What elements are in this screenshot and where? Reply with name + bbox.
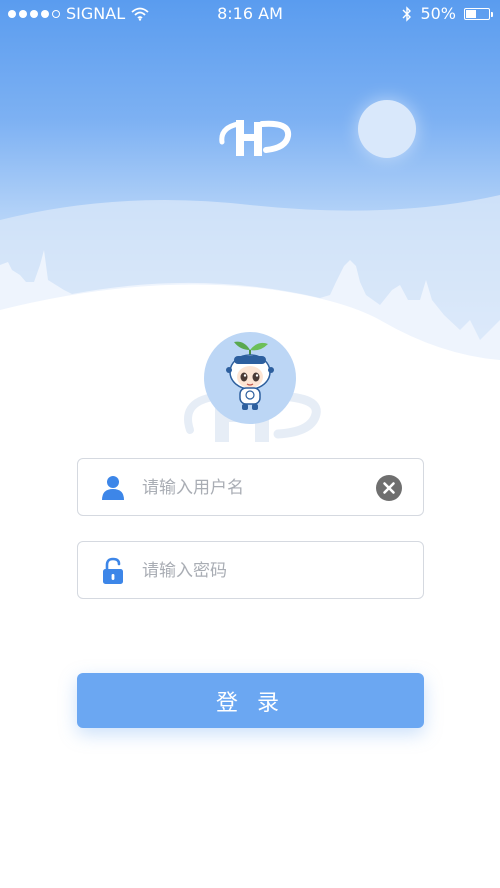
clear-icon[interactable]	[376, 475, 402, 501]
bluetooth-icon	[402, 5, 412, 22]
unlock-icon	[103, 557, 123, 584]
hp-logo-icon	[219, 120, 292, 156]
moon-icon	[358, 100, 416, 158]
battery-percent: 50%	[420, 4, 456, 23]
status-bar: SIGNAL 8:16 AM 50%	[0, 0, 500, 28]
username-field[interactable]	[77, 458, 424, 516]
battery-fill	[466, 9, 476, 18]
clear-x-glyph	[383, 482, 395, 494]
user-icon	[102, 476, 124, 500]
mascot-avatar[interactable]	[204, 332, 296, 424]
password-field[interactable]	[77, 541, 424, 599]
battery-icon	[464, 7, 493, 20]
login-button[interactable]: 登 录	[77, 673, 424, 728]
username-input[interactable]	[142, 473, 372, 503]
login-screen: SIGNAL 8:16 AM 50% 请输入用户名 登 录	[0, 0, 500, 888]
status-right: 50%	[402, 4, 493, 23]
mascot-illustration	[226, 341, 274, 410]
password-input[interactable]	[142, 556, 372, 586]
